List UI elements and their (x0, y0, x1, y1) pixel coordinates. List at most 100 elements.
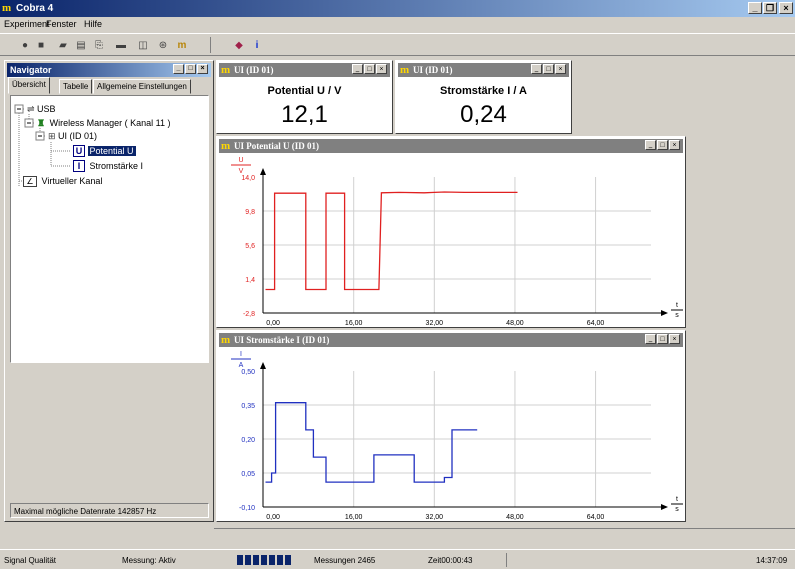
current-i-icon: I (73, 160, 85, 172)
menu-hilfe[interactable]: Hilfe (84, 19, 102, 29)
minimize-button[interactable]: _ (645, 140, 656, 150)
y-tick-label: -2,8 (243, 311, 255, 318)
minimize-button[interactable]: _ (645, 334, 656, 344)
close-button[interactable]: × (669, 140, 680, 150)
x-tick-label: 48,00 (506, 320, 524, 327)
tab-uebersicht[interactable]: Übersicht (8, 77, 50, 94)
wireless-icon: ♜ (37, 118, 48, 128)
app-titlebar[interactable]: m Cobra 4 _ ❐ × (0, 0, 795, 17)
minimize-button[interactable]: _ (173, 64, 184, 74)
module-logo-icon: m (221, 64, 231, 76)
measure-icon[interactable]: ⊛ (156, 39, 170, 52)
status-signal: Signal Qualität (4, 556, 57, 565)
tree-usb[interactable]: ⇌ USB (27, 104, 56, 115)
book-icon[interactable]: ◆ (232, 39, 246, 52)
maximize-button[interactable]: □ (543, 64, 554, 74)
display-current-value: 0,24 (460, 101, 507, 128)
series-line (265, 402, 478, 483)
y-tick-label: 14,0 (241, 175, 255, 182)
save-icon[interactable]: ▤ (74, 39, 88, 52)
tree-virtueller-kanal[interactable]: ∠ Virtueller Kanal (23, 176, 102, 187)
open-icon[interactable]: ▰ (56, 39, 70, 52)
y-tick-label: 0,05 (241, 471, 255, 478)
info-icon[interactable]: i (250, 39, 264, 52)
record-icon[interactable]: ● (18, 39, 32, 52)
y-tick-label: 0,20 (241, 437, 255, 444)
maximize-button[interactable]: □ (185, 64, 196, 74)
x-tick-label: 64,00 (587, 320, 605, 327)
display-potential-titlebar[interactable]: m UI (ID 01) _ □ × (219, 63, 390, 77)
y-tick-label: -0,10 (239, 505, 255, 512)
maximize-button[interactable]: □ (657, 334, 668, 344)
chart-current-plot[interactable]: IA 0,00 16,00 32,00 48,00 64,00 0,50 0,35 0,20 0,… (219, 347, 683, 521)
close-button[interactable]: × (779, 2, 793, 14)
close-button[interactable]: × (669, 334, 680, 344)
chart-icon[interactable]: ◫ (136, 39, 150, 52)
maximize-button[interactable]: □ (364, 64, 375, 74)
tab-allgemeine-einstellungen[interactable]: Allgemeine Einstellungen (93, 79, 191, 94)
tree-wireless-manager[interactable]: ♜ Wireless Manager ( Kanal 11 ) (37, 118, 170, 129)
x-tick-label: 0,00 (266, 320, 280, 327)
close-button[interactable]: × (555, 64, 566, 74)
minimize-button[interactable]: _ (531, 64, 542, 74)
print-icon[interactable]: ▬ (114, 39, 128, 52)
chart-current-title: UI Stromstärke I (ID 01) (234, 335, 330, 345)
y-axis-label-den: V (239, 168, 244, 175)
maximize-button[interactable]: □ (657, 140, 668, 150)
y-tick-label: 5,6 (245, 243, 255, 250)
x-axis-arrow (661, 310, 668, 316)
navigator-empty-area (6, 366, 212, 501)
module-logo-icon: m (221, 140, 231, 152)
display-current-window[interactable]: m UI (ID 01) _ □ × Stromstärke I / A 0,24 (395, 60, 572, 134)
x-axis-arrow (661, 504, 668, 510)
display-potential-window[interactable]: m UI (ID 01) _ □ × Potential U / V 12,1 (216, 60, 393, 134)
display-current-titlebar[interactable]: m UI (ID 01) _ □ × (398, 63, 569, 77)
y-tick-label: 9,8 (245, 209, 255, 216)
x-tick-label: 32,00 (426, 514, 444, 521)
y-axis-label-num: I (240, 351, 242, 358)
minimize-button[interactable]: _ (748, 2, 762, 14)
y-tick-label: 0,50 (241, 369, 255, 376)
close-button[interactable]: × (197, 64, 208, 74)
mdi-bottom-edge (214, 528, 795, 529)
close-button[interactable]: × (376, 64, 387, 74)
x-tick-label: 16,00 (345, 320, 363, 327)
x-tick-label: 16,00 (345, 514, 363, 521)
module-logo-icon: m (221, 334, 231, 346)
navigator-title: Navigator (10, 65, 52, 75)
x-axis-label-num: t (676, 496, 678, 503)
menu-bar: Experiment Fenster Hilfe (0, 17, 795, 32)
usb-icon: ⇌ (27, 104, 38, 114)
x-axis-label-den: s (675, 312, 679, 319)
y-axis-arrow (260, 168, 266, 175)
signal-quality-bar (236, 554, 294, 566)
x-axis-label-den: s (675, 506, 679, 513)
chart-potential-plot[interactable]: UV 0,00 16,00 32,00 48,00 64,00 14,0 9,8 5,6 1,4 -… (219, 153, 683, 327)
export-icon[interactable]: ⎘ (92, 39, 106, 52)
chart-current-window[interactable]: m UI Stromstärke I (ID 01) _ □ × I A 0,00 16,… (216, 330, 686, 522)
y-tick-label: 1,4 (245, 277, 255, 284)
display-potential-title: UI (ID 01) (234, 65, 274, 75)
chart-current-titlebar[interactable]: m UI Stromstärke I (ID 01) _ □ × (219, 333, 683, 347)
menu-experiment[interactable]: Experiment (4, 19, 50, 29)
restore-button[interactable]: ❐ (763, 2, 777, 14)
status-messung: Messung: Aktiv (122, 556, 176, 565)
x-axis-label-num: t (676, 302, 678, 309)
tab-tabelle[interactable]: Tabelle (59, 79, 93, 94)
menu-fenster[interactable]: Fenster (46, 19, 77, 29)
stop-icon[interactable]: ■ (34, 39, 48, 52)
display-potential-value: 12,1 (281, 101, 328, 128)
ui-module-icon: ⊞ (48, 131, 59, 141)
navigator-titlebar[interactable]: Navigator _ □ × (7, 63, 211, 77)
datarate-text: Maximal mögliche Datenrate 142857 Hz (14, 507, 157, 516)
tree-ui-module[interactable]: ⊞ UI (ID 01) (48, 131, 97, 142)
tree-stromstaerke-i[interactable]: I Stromstärke I (73, 160, 143, 172)
chart-potential-window[interactable]: m UI Potential U (ID 01) _ □ × U V 0,00 16,00… (216, 136, 686, 328)
tree-potential-u[interactable]: U Potential U (73, 145, 136, 157)
y-axis-arrow (260, 362, 266, 369)
status-bar: Signal Qualität Messung: Aktiv Messungen… (0, 549, 795, 569)
module-icon[interactable]: m (175, 39, 189, 52)
minimize-button[interactable]: _ (352, 64, 363, 74)
y-tick-label: 0,35 (241, 403, 255, 410)
chart-potential-titlebar[interactable]: m UI Potential U (ID 01) _ □ × (219, 139, 683, 153)
